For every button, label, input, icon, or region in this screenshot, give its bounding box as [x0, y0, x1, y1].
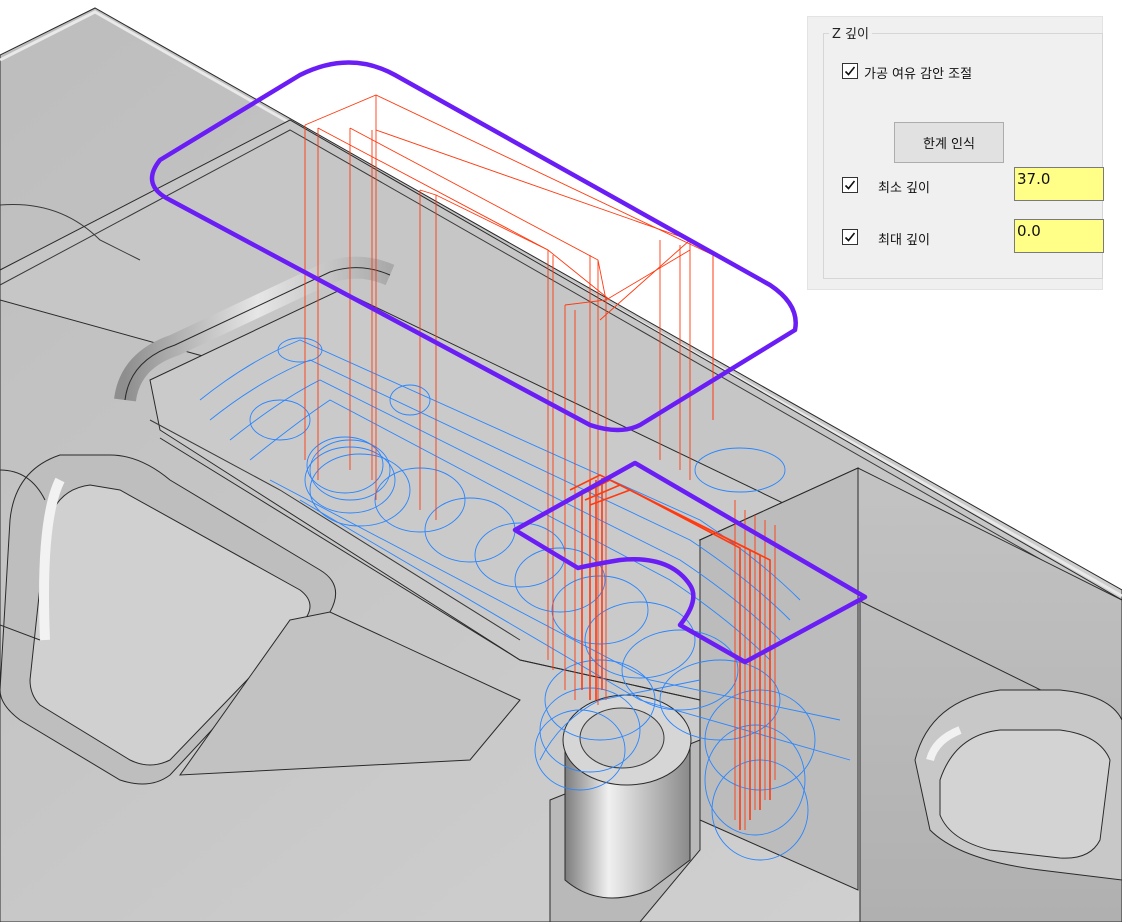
stock-allowance-label: 가공 여유 감안 조절: [864, 67, 973, 82]
z-depth-panel: 가공 여유 감안 조절 한계 인식 최소 깊이 37.0 최대 깊이 0.0 Z…: [807, 16, 1104, 290]
max-depth-input[interactable]: 0.0: [1014, 219, 1104, 253]
max-depth-label: 최대 깊이: [878, 233, 930, 248]
checkmark-icon: [844, 66, 856, 76]
detect-limits-button[interactable]: 한계 인식: [894, 122, 1004, 163]
checkmark-icon: [844, 180, 856, 190]
min-depth-checkbox[interactable]: [842, 177, 858, 193]
max-depth-checkbox[interactable]: [842, 229, 858, 245]
z-depth-groupbox: 가공 여유 감안 조절 한계 인식 최소 깊이 37.0 최대 깊이 0.0: [823, 33, 1104, 279]
z-depth-group-title: Z 깊이: [829, 23, 872, 42]
checkmark-icon: [844, 232, 856, 242]
stock-allowance-checkbox[interactable]: [842, 63, 858, 79]
min-depth-input[interactable]: 37.0: [1014, 167, 1104, 201]
min-depth-label: 최소 깊이: [878, 181, 930, 196]
